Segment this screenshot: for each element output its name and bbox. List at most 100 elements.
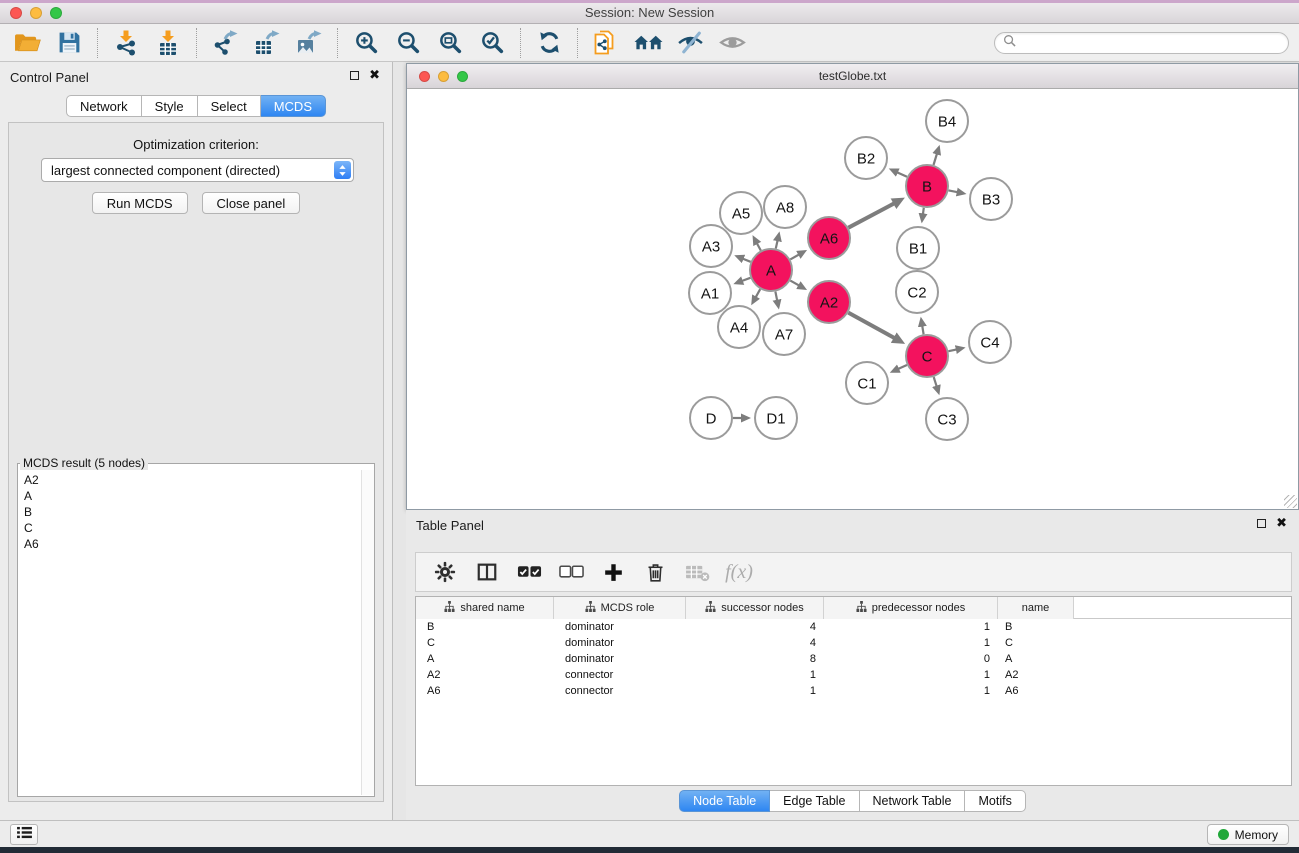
tab-network[interactable]: Network [66, 95, 142, 117]
graph-node-D[interactable]: D [690, 397, 732, 439]
graph-edge-B-B1[interactable] [923, 208, 924, 215]
graph-node-B[interactable]: B [906, 165, 948, 207]
close-panel-icon[interactable]: ✖ [369, 70, 380, 80]
graph-node-C2[interactable]: C2 [896, 271, 938, 313]
search-box[interactable] [994, 32, 1289, 54]
graph-node-A8[interactable]: A8 [764, 186, 806, 228]
graph-edge-C-C2[interactable] [922, 326, 923, 335]
graph-node-A1[interactable]: A1 [689, 272, 731, 314]
graph-edge-C-C4[interactable] [949, 349, 957, 351]
graph-edge-B-B2[interactable] [897, 172, 907, 177]
mcds-result-item[interactable]: A [24, 488, 360, 504]
save-session-button[interactable] [48, 27, 90, 59]
mcds-result-item[interactable]: A2 [24, 472, 360, 488]
zoom-selected-button[interactable] [471, 27, 513, 59]
graph-node-B3[interactable]: B3 [970, 178, 1012, 220]
tab-node-table[interactable]: Node Table [679, 790, 770, 812]
table-row[interactable]: Adominator80A [416, 651, 1291, 667]
network-from-selection-button[interactable] [585, 27, 627, 59]
export-table-button[interactable] [246, 27, 288, 59]
graph-node-C1[interactable]: C1 [846, 362, 888, 404]
graph-node-C4[interactable]: C4 [969, 321, 1011, 363]
zoom-in-button[interactable] [345, 27, 387, 59]
graph-node-B2[interactable]: B2 [845, 137, 887, 179]
tab-mcds[interactable]: MCDS [261, 95, 326, 117]
graph-node-C3[interactable]: C3 [926, 398, 968, 440]
graph-node-A5[interactable]: A5 [720, 192, 762, 234]
graph-node-A3[interactable]: A3 [690, 225, 732, 267]
graph-edge-A-A6[interactable] [790, 254, 799, 259]
tab-network-table[interactable]: Network Table [860, 790, 966, 812]
graph-edge-A-A3[interactable] [743, 259, 751, 262]
show-all-button[interactable] [711, 27, 753, 59]
graph-node-D1[interactable]: D1 [755, 397, 797, 439]
tab-style[interactable]: Style [142, 95, 198, 117]
graph-node-B4[interactable]: B4 [926, 100, 968, 142]
task-history-button[interactable] [10, 824, 38, 845]
run-mcds-button[interactable]: Run MCDS [92, 192, 188, 214]
select-all-button[interactable] [510, 556, 548, 588]
graph-node-A6[interactable]: A6 [808, 217, 850, 259]
mcds-result-item[interactable]: A6 [24, 536, 360, 552]
result-scrollbar[interactable] [361, 470, 374, 795]
mcds-result-item[interactable]: B [24, 504, 360, 520]
tab-select[interactable]: Select [198, 95, 261, 117]
refresh-view-button[interactable] [528, 27, 570, 59]
table-row[interactable]: Bdominator41B [416, 619, 1291, 635]
graph-node-A7[interactable]: A7 [763, 313, 805, 355]
mcds-result-list[interactable]: A2ABCA6 [19, 470, 360, 795]
hide-selected-button[interactable] [669, 27, 711, 59]
export-network-button[interactable] [204, 27, 246, 59]
graph-edge-A2-C[interactable] [848, 313, 894, 339]
resize-grip[interactable] [1284, 495, 1297, 508]
import-table-button[interactable] [147, 27, 189, 59]
column-header-predecessor-nodes[interactable]: predecessor nodes [824, 597, 998, 619]
network-graph[interactable]: B4 B2 B B3 A5A8A6 B1 A3 A A1 C2 A2 A4A7 C4 C C1 C3 D D1 [407, 90, 1298, 509]
settings-gear-button[interactable] [426, 556, 464, 588]
table-row[interactable]: A6connector11A6 [416, 683, 1291, 699]
tab-motifs[interactable]: Motifs [965, 790, 1025, 812]
column-header-name[interactable]: name [998, 597, 1074, 619]
graph-node-A[interactable]: A [750, 249, 792, 291]
graph-edge-A-A1[interactable] [742, 278, 751, 281]
graph-edge-A-A7[interactable] [775, 292, 777, 301]
graph-node-B1[interactable]: B1 [897, 227, 939, 269]
table-row[interactable]: A2connector11A2 [416, 667, 1291, 683]
import-network-button[interactable] [105, 27, 147, 59]
memory-button[interactable]: Memory [1207, 824, 1289, 845]
network-window-titlebar[interactable]: testGlobe.txt [407, 64, 1298, 89]
first-neighbors-button[interactable] [627, 27, 669, 59]
close-table-panel-icon[interactable]: ✖ [1276, 518, 1287, 528]
graph-edge-A-A2[interactable] [790, 281, 799, 286]
add-column-button[interactable] [594, 556, 632, 588]
graph-edge-B-B4[interactable] [934, 154, 938, 166]
zoom-out-button[interactable] [387, 27, 429, 59]
tab-edge-table[interactable]: Edge Table [770, 790, 859, 812]
graph-edge-A6-B[interactable] [848, 203, 894, 227]
graph-node-A4[interactable]: A4 [718, 306, 760, 348]
graph-edge-A-A8[interactable] [776, 240, 778, 248]
graph-node-C[interactable]: C [906, 335, 948, 377]
float-table-panel-icon[interactable] [1257, 519, 1266, 528]
graph-edge-B-B3[interactable] [949, 190, 958, 192]
mcds-result-item[interactable]: C [24, 520, 360, 536]
zoom-fit-button[interactable] [429, 27, 471, 59]
column-header-shared-name[interactable]: shared name [416, 597, 554, 619]
deselect-all-button[interactable] [552, 556, 590, 588]
network-canvas[interactable]: B4 B2 B B3 A5A8A6 B1 A3 A A1 C2 A2 A4A7 C4 C C1 C3 D D1 [407, 90, 1298, 509]
graph-edge-C-C1[interactable] [898, 365, 907, 369]
search-input[interactable] [1021, 35, 1280, 51]
float-panel-icon[interactable] [350, 71, 359, 80]
graph-edge-C-C3[interactable] [934, 377, 937, 387]
graph-edge-A-A4[interactable] [756, 289, 761, 297]
delete-column-button[interactable] [636, 556, 674, 588]
export-image-button[interactable] [288, 27, 330, 59]
graph-edge-A-A5[interactable] [757, 243, 761, 250]
table-row[interactable]: Cdominator41C [416, 635, 1291, 651]
column-header-MCDS-role[interactable]: MCDS role [554, 597, 686, 619]
close-panel-button[interactable]: Close panel [202, 192, 301, 214]
column-header-successor-nodes[interactable]: successor nodes [686, 597, 824, 619]
graph-node-A2[interactable]: A2 [808, 281, 850, 323]
optimization-criterion-select[interactable]: largest connected component (directed) [41, 158, 354, 182]
open-session-button[interactable] [6, 27, 48, 59]
